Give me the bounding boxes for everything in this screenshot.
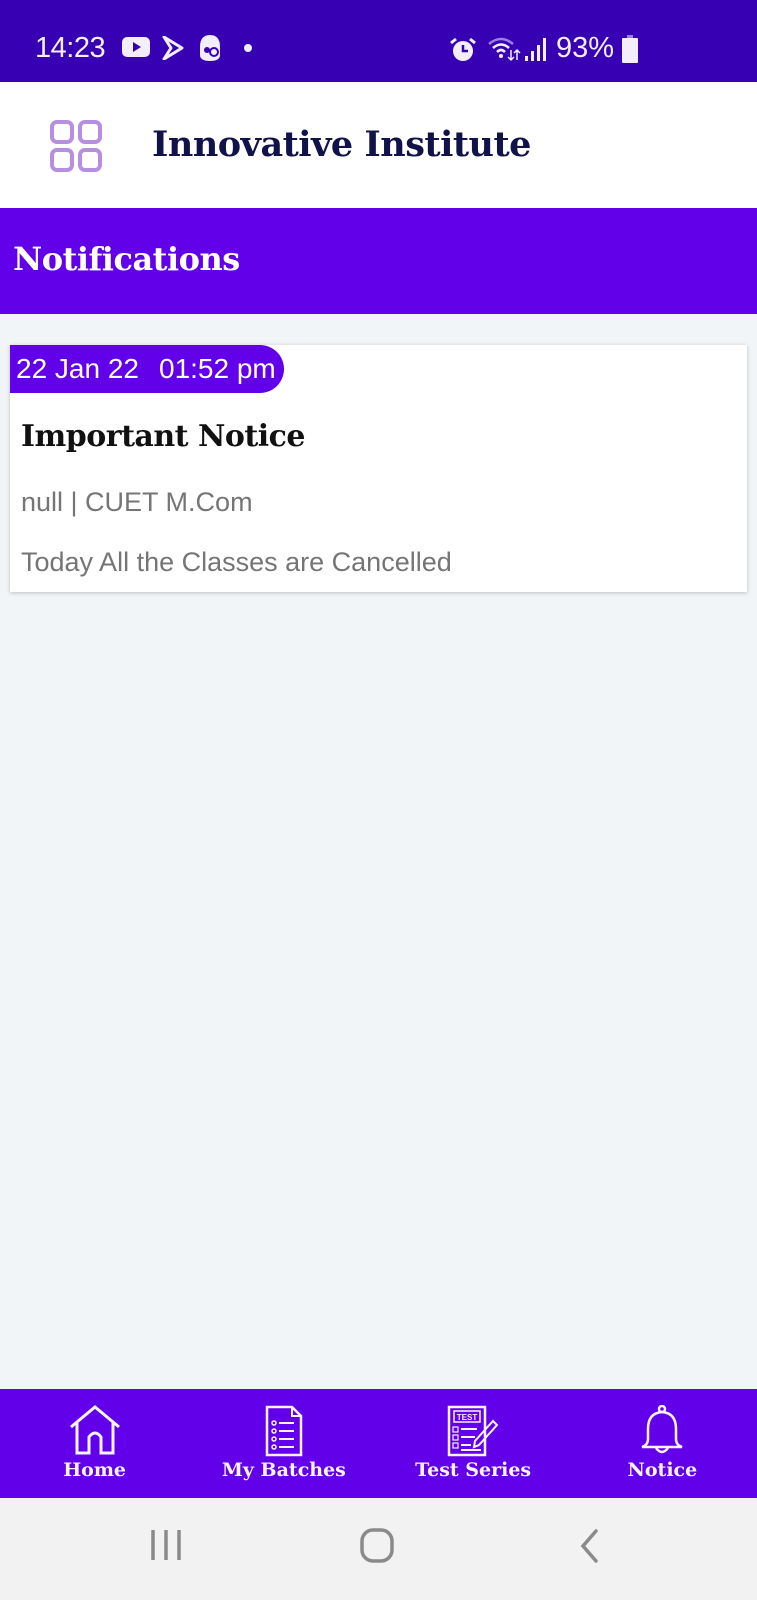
bell-icon — [641, 1405, 683, 1454]
page-title: Notifications — [13, 240, 240, 278]
dot-icon — [244, 44, 252, 52]
battery-icon — [622, 35, 638, 63]
nav-item-home[interactable]: Home — [0, 1389, 189, 1498]
nav-label-home: Home — [63, 1459, 127, 1481]
nav-label-notice: Notice — [627, 1459, 698, 1481]
svg-text:TEST: TEST — [457, 1413, 478, 1422]
notification-meta: null | CUET M.Com — [21, 487, 253, 517]
page-header: Notifications — [0, 208, 757, 314]
status-bar: 14:23 93% — [0, 0, 757, 82]
nav-label-test-series: Test Series — [415, 1459, 532, 1481]
system-nav-bar — [0, 1498, 757, 1600]
nav-item-my-batches[interactable]: My Batches — [189, 1389, 378, 1498]
batches-icon — [265, 1405, 303, 1457]
home-icon — [69, 1405, 120, 1455]
grid-menu-icon[interactable] — [50, 120, 102, 172]
status-time: 14:23 — [35, 32, 106, 64]
signal-icon — [525, 38, 546, 61]
notification-title: Important Notice — [21, 419, 306, 454]
notification-date-badge: 22 Jan 22 01:52 pm — [10, 345, 284, 393]
back-icon[interactable] — [578, 1528, 600, 1564]
notification-body: Today All the Classes are Cancelled — [21, 547, 452, 577]
notification-card[interactable]: 22 Jan 22 01:52 pm Important Notice null … — [10, 345, 747, 592]
nav-label-my-batches: My Batches — [221, 1459, 346, 1481]
notification-date: 22 Jan 22 — [16, 353, 139, 384]
battery-percent: 93% — [556, 32, 615, 64]
app-title: Innovative Institute — [152, 124, 531, 165]
bottom-nav: Home My Batches TEST Test Series Notice — [0, 1389, 757, 1498]
nav-item-notice[interactable]: Notice — [568, 1389, 757, 1498]
app-notification-icon — [200, 35, 220, 61]
youtube-icon — [122, 37, 150, 57]
app-header: Innovative Institute — [0, 82, 757, 208]
test-series-icon: TEST — [447, 1405, 499, 1457]
nav-item-test-series[interactable]: TEST Test Series — [379, 1389, 568, 1498]
home-circle-icon[interactable] — [360, 1528, 396, 1564]
play-store-icon — [162, 36, 184, 60]
notification-time: 01:52 pm — [159, 353, 276, 384]
recent-apps-icon[interactable] — [150, 1528, 182, 1562]
alarm-icon — [450, 37, 476, 61]
wifi-icon — [488, 37, 521, 62]
